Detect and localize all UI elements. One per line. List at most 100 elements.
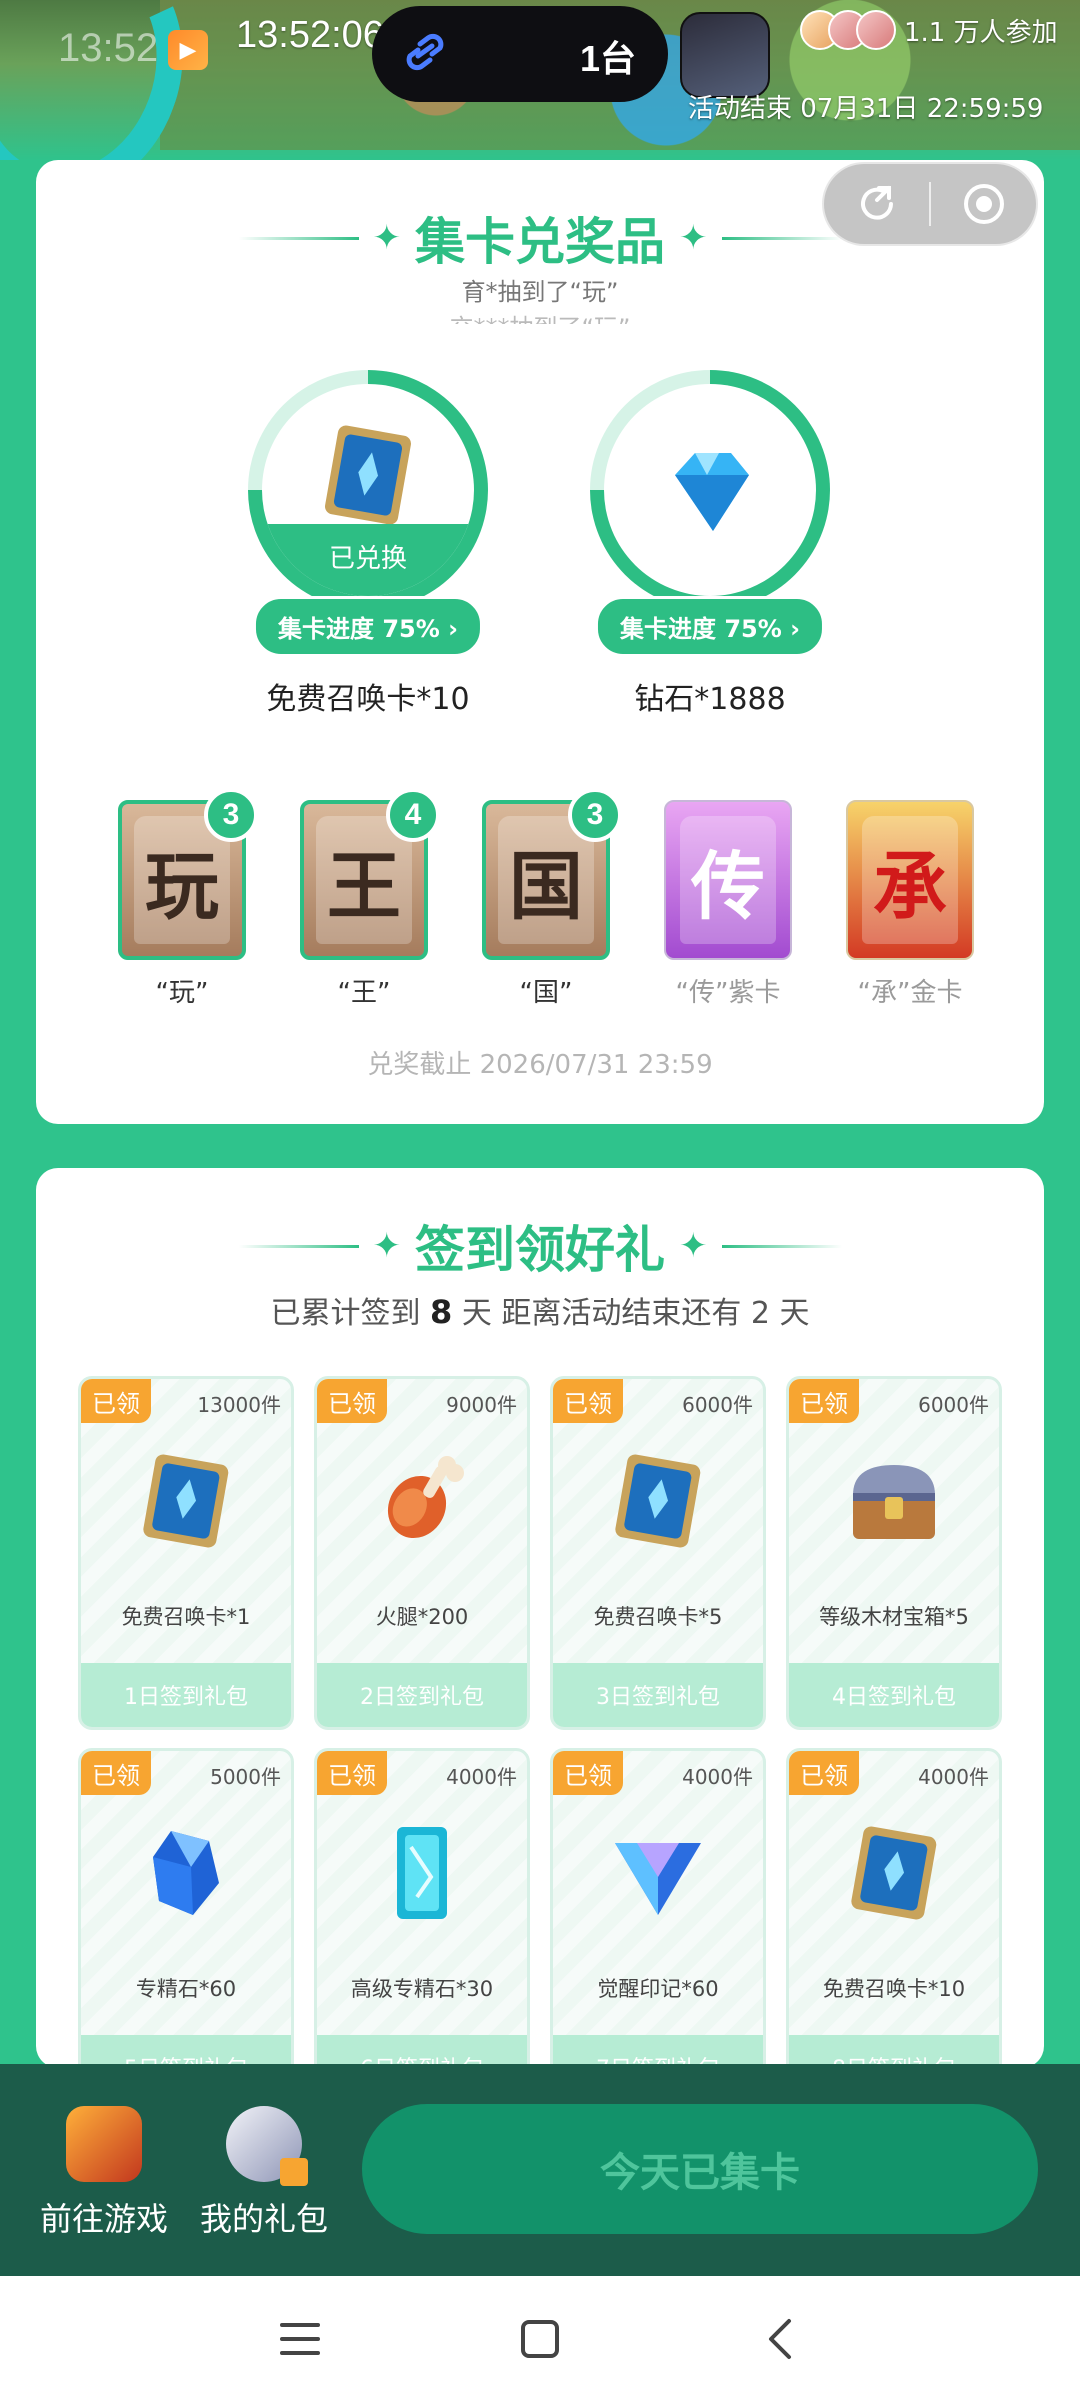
signin-gift-day-6[interactable]: 已领 4000件 高级专精石*30 6日签到礼包 bbox=[314, 1748, 530, 2068]
sparkle-icon: ✦ bbox=[679, 218, 708, 258]
participants-info: 1.1 万人参加 bbox=[800, 10, 1058, 50]
signin-gift-day-4[interactable]: 已领 6000件 等级木材宝箱*5 4日签到礼包 bbox=[786, 1376, 1002, 1730]
char-label: “传”紫卡 bbox=[675, 978, 781, 1008]
claimed-tag: 已领 bbox=[789, 1751, 859, 1795]
char-label: “王” bbox=[337, 978, 391, 1008]
share-button[interactable] bbox=[824, 164, 929, 244]
cast-device-count: 1台 bbox=[580, 38, 637, 79]
mini-program-controls bbox=[822, 162, 1038, 246]
collect-cards-panel: ✦ 集卡兑奖品 ✦ 育*抽到了“玩” 交***抽到了“玩” 已兑换 集卡进度 7… bbox=[36, 160, 1044, 1124]
bottom-action-bar: 前往游戏 我的礼包 今天已集卡 bbox=[0, 2064, 1080, 2276]
prize-progress-ring: 已兑换 集卡进度 75% › bbox=[248, 370, 488, 657]
signin-gift-grid: 已领 13000件 免费召唤卡*1 1日签到礼包 已领 9000件 火腿*200… bbox=[78, 1376, 1002, 2068]
diamond-icon bbox=[675, 453, 749, 531]
char-card-guo[interactable]: 国 3 “国” bbox=[480, 788, 622, 1009]
close-miniprogram-button[interactable] bbox=[931, 164, 1036, 244]
gift-day-label: 1日签到礼包 bbox=[81, 1663, 291, 1727]
awaken-mark-icon bbox=[615, 1843, 701, 1915]
summon-card-icon bbox=[143, 1454, 229, 1548]
stock-count: 6000件 bbox=[918, 1393, 989, 1417]
redeemed-band: 已兑换 bbox=[262, 524, 474, 596]
char-glyph: 传 bbox=[680, 816, 776, 944]
collect-progress-pill[interactable]: 集卡进度 75% › bbox=[252, 596, 484, 657]
my-gifts-button[interactable]: 我的礼包 bbox=[200, 2106, 328, 2240]
prize-name: 钻石*1888 bbox=[634, 682, 786, 717]
back-button[interactable] bbox=[740, 2299, 820, 2379]
sparkle-icon: ✦ bbox=[679, 1226, 708, 1266]
summon-card-icon bbox=[325, 425, 411, 525]
claimed-tag: 已领 bbox=[317, 1751, 387, 1795]
gift-day-label: 4日签到礼包 bbox=[789, 1663, 999, 1727]
home-square-icon bbox=[521, 2319, 559, 2358]
crystal-block-icon bbox=[397, 1827, 447, 1919]
video-app-icon: ▶ bbox=[168, 30, 208, 70]
collect-title-text: 集卡兑奖品 bbox=[415, 213, 665, 271]
gift-name: 免费召唤卡*5 bbox=[593, 1605, 723, 1629]
share-icon bbox=[860, 186, 893, 220]
card-count-badge: 4 bbox=[386, 788, 440, 842]
participants-count: 1.1 万人参加 bbox=[904, 17, 1058, 48]
status-clock: 13:52:06 bbox=[236, 14, 384, 56]
claimed-tag: 已领 bbox=[81, 1379, 151, 1423]
stock-count: 4000件 bbox=[918, 1765, 989, 1789]
card-count-badge: 3 bbox=[568, 788, 622, 842]
gift-name: 火腿*200 bbox=[375, 1605, 469, 1629]
card-count-badge: 3 bbox=[204, 788, 258, 842]
char-card-wan[interactable]: 玩 3 “玩” bbox=[116, 788, 258, 1009]
char-label: “国” bbox=[519, 978, 573, 1008]
gift-name: 专精石*60 bbox=[135, 1977, 237, 2001]
game-app-icon bbox=[66, 2106, 142, 2182]
redeem-deadline: 兑奖截止 2026/07/31 23:59 bbox=[367, 1050, 713, 1080]
winner-ticker-line: 交***抽到了“玩” bbox=[36, 308, 1044, 324]
gift-day-label: 2日签到礼包 bbox=[317, 1663, 527, 1727]
stock-count: 4000件 bbox=[682, 1765, 753, 1789]
char-card-wang[interactable]: 王 4 “王” bbox=[298, 788, 440, 1009]
target-icon bbox=[963, 184, 1004, 224]
gift-name: 免费召唤卡*1 bbox=[121, 1605, 251, 1629]
signin-gift-day-8[interactable]: 已领 4000件 免费召唤卡*10 8日签到礼包 bbox=[786, 1748, 1002, 2068]
participant-avatars bbox=[800, 10, 896, 50]
sparkle-icon: ✦ bbox=[372, 1226, 402, 1266]
ham-icon bbox=[387, 1456, 464, 1539]
claimed-tag: 已领 bbox=[553, 1379, 623, 1423]
my-gifts-label: 我的礼包 bbox=[200, 2200, 329, 2238]
prize-summon-card[interactable]: 已兑换 集卡进度 75% › 免费召唤卡*10 bbox=[218, 370, 518, 718]
stock-count: 5000件 bbox=[210, 1765, 281, 1789]
signin-section-title: ✦ 签到领好礼 ✦ bbox=[36, 1210, 1044, 1282]
signin-gift-day-5[interactable]: 已领 5000件 专精石*60 5日签到礼包 bbox=[78, 1748, 294, 2068]
char-label: “承”金卡 bbox=[857, 978, 963, 1008]
claimed-tag: 已领 bbox=[789, 1379, 859, 1423]
gift-day-label: 3日签到礼包 bbox=[553, 1663, 763, 1727]
signin-gift-day-2[interactable]: 已领 9000件 火腿*200 2日签到礼包 bbox=[314, 1376, 530, 1730]
signin-gift-day-3[interactable]: 已领 6000件 免费召唤卡*5 3日签到礼包 bbox=[550, 1376, 766, 1730]
collect-progress-pill[interactable]: 集卡进度 75% › bbox=[594, 596, 826, 657]
prize-diamond[interactable]: 集卡进度 75% › 钻石*1888 bbox=[560, 370, 860, 718]
go-to-game-button[interactable]: 前往游戏 bbox=[40, 2106, 168, 2240]
char-glyph: 承 bbox=[862, 816, 958, 944]
signin-title-text: 签到领好礼 bbox=[415, 1221, 665, 1279]
signin-summary: 已累计签到 8 天 距离活动结束还有 2 天 bbox=[270, 1293, 810, 1331]
go-to-game-label: 前往游戏 bbox=[40, 2200, 169, 2238]
char-label: “玩” bbox=[155, 978, 209, 1008]
signin-gift-day-7[interactable]: 已领 4000件 觉醒印记*60 7日签到礼包 bbox=[550, 1748, 766, 2068]
collected-today-button[interactable]: 今天已集卡 bbox=[362, 2104, 1038, 2234]
blue-gem-icon bbox=[153, 1831, 219, 1915]
sparkle-icon: ✦ bbox=[372, 218, 402, 258]
link-icon bbox=[406, 33, 444, 71]
winner-ticker-line: 育*抽到了“玩” bbox=[461, 278, 619, 306]
system-navigation-bar bbox=[0, 2276, 1080, 2401]
signin-panel: ✦ 签到领好礼 ✦ 已累计签到 8 天 距离活动结束还有 2 天 已领 1300… bbox=[36, 1168, 1044, 2068]
claimed-tag: 已领 bbox=[553, 1751, 623, 1795]
stock-count: 13000件 bbox=[197, 1393, 281, 1417]
menu-icon bbox=[280, 2322, 320, 2355]
claimed-tag: 已领 bbox=[317, 1379, 387, 1423]
summon-card-icon bbox=[615, 1454, 701, 1548]
signin-gift-day-1[interactable]: 已领 13000件 免费召唤卡*1 1日签到礼包 bbox=[78, 1376, 294, 1730]
char-card-chuan-purple[interactable]: 传 “传”紫卡 bbox=[662, 800, 794, 1009]
summon-card-icon bbox=[851, 1826, 937, 1920]
recent-apps-button[interactable] bbox=[260, 2299, 340, 2379]
game-thumbnail[interactable] bbox=[680, 12, 770, 98]
home-button[interactable] bbox=[500, 2299, 580, 2379]
collected-characters: 玩 3 “玩” 王 4 “王” 国 3 “国” 传 “传”紫卡 承 “承”金卡 bbox=[116, 788, 976, 1009]
char-card-cheng-gold[interactable]: 承 “承”金卡 bbox=[844, 800, 976, 1009]
